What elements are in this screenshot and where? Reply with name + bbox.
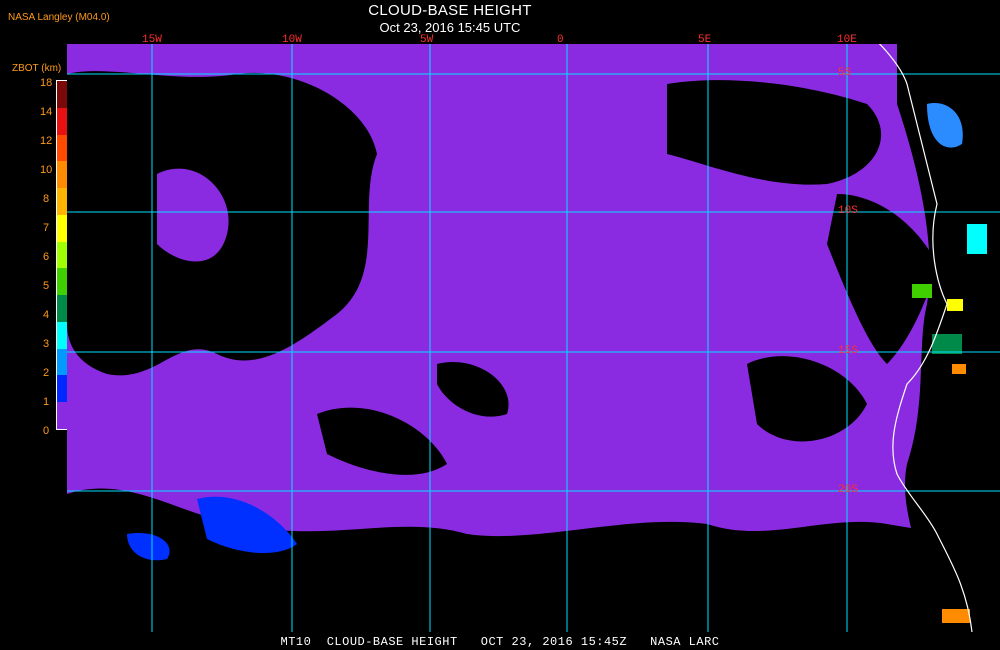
longitude-label: 0: [557, 34, 564, 46]
colorbar-tick-label: 5: [42, 280, 50, 292]
latitude-label: 20S: [838, 484, 858, 496]
colorbar-tick-label: 8: [42, 193, 50, 205]
colorbar-tick-label: 7: [42, 222, 50, 234]
latitude-label: 10S: [838, 205, 858, 217]
coastal-cloud-cyan-1: [967, 224, 987, 254]
colorbar-tick-label: 10: [40, 164, 53, 176]
longitude-label: 15W: [142, 34, 162, 46]
coastal-cloud-orange-1: [952, 364, 966, 374]
coastal-cloud-yellow-1: [947, 299, 963, 311]
coastal-cloud-green-1: [912, 284, 932, 298]
colorbar-tick-label: 6: [42, 251, 50, 263]
longitude-label: 10W: [282, 34, 302, 46]
satellite-map: [67, 44, 1000, 632]
longitude-label: 10E: [837, 34, 857, 46]
latitude-label: 5S: [838, 67, 852, 79]
map-timestamp: Oct 23, 2016 15:45 UTC: [379, 20, 521, 35]
colorbar-tick-label: 0: [42, 425, 50, 437]
colorbar-tick-label: 4: [42, 309, 50, 321]
longitude-label: 5E: [698, 34, 712, 46]
map-title: CLOUD-BASE HEIGHT: [368, 2, 532, 19]
longitude-label: 5W: [420, 34, 434, 46]
colorbar-tick-label: 12: [40, 135, 53, 147]
producer-label: NASA Langley (M04.0): [8, 12, 110, 23]
colorbar-tick-label: 1: [42, 396, 50, 408]
colorbar-title: ZBOT (km): [12, 63, 62, 74]
colorbar-tick-label: 14: [40, 106, 53, 118]
colorbar-tick-label: 2: [42, 367, 50, 379]
footer-caption: MT10 CLOUD-BASE HEIGHT OCT 23, 2016 15:4…: [280, 635, 720, 649]
coastal-cloud-green-2: [932, 334, 962, 354]
colorbar-tick-label: 3: [42, 338, 50, 350]
coastal-cloud-orange-2: [942, 609, 970, 623]
colorbar-tick-label: 18: [40, 77, 53, 89]
latitude-label: 15S: [838, 345, 858, 357]
